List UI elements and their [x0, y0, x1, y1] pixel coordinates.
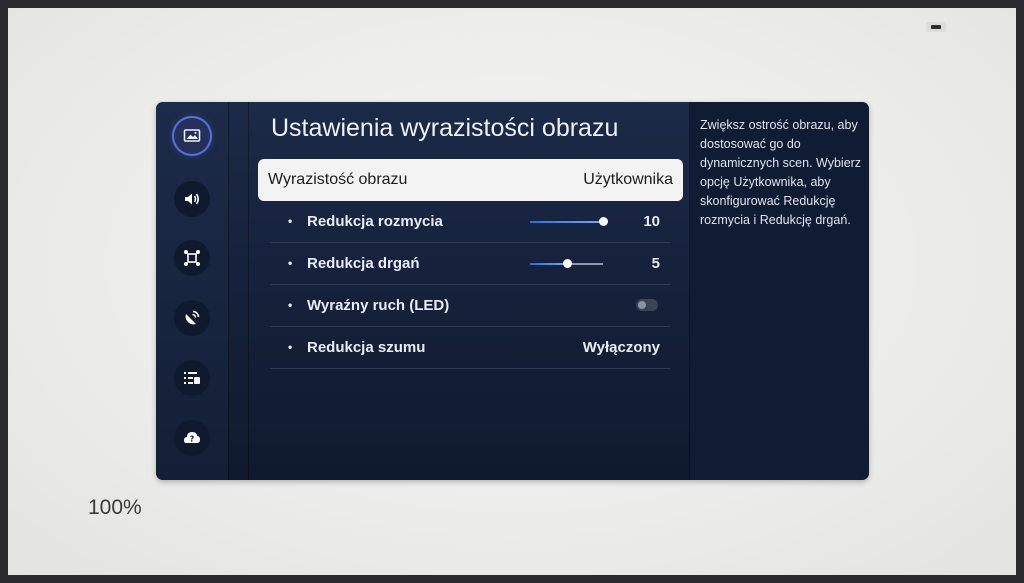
- nav-general-button[interactable]: [174, 360, 210, 396]
- help-panel: Zwiększ ostrość obrazu, aby dostosować g…: [690, 102, 869, 480]
- bullet-icon: •: [288, 340, 293, 354]
- tv-frame: ? Ustawienia wyrazistości obrazu Wyrazis…: [0, 0, 1024, 583]
- slider-knob[interactable]: [562, 259, 572, 268]
- svg-text:?: ?: [190, 435, 195, 444]
- nav-connection-button[interactable]: [174, 240, 210, 276]
- zoom-level: 100%: [88, 496, 142, 519]
- setting-label: Redukcja szumu: [307, 339, 426, 356]
- nav-sound-button[interactable]: [174, 181, 210, 217]
- blur-reduction-slider[interactable]: [530, 217, 608, 226]
- picture-icon: [183, 129, 201, 142]
- bullet-icon: •: [288, 256, 293, 270]
- page-title: Ustawienia wyrazistości obrazu: [271, 114, 619, 142]
- settings-panel: ? Ustawienia wyrazistości obrazu Wyrazis…: [156, 102, 869, 480]
- slider-fill: [530, 263, 567, 265]
- setting-value: Użytkownika: [583, 171, 673, 188]
- blur-reduction-row[interactable]: • Redukcja rozmycia 10: [270, 201, 670, 243]
- connection-icon: [184, 250, 200, 266]
- settings-content: Ustawienia wyrazistości obrazu Wyrazisto…: [248, 102, 688, 480]
- setting-value: 5: [651, 255, 660, 272]
- slider-knob[interactable]: [599, 217, 608, 226]
- setting-label: Redukcja rozmycia: [307, 213, 443, 230]
- setting-label: Redukcja drgań: [307, 255, 420, 272]
- picture-clarity-setting[interactable]: Wyrazistość obrazu Użytkownika: [258, 159, 683, 201]
- bullet-icon: •: [288, 214, 293, 228]
- judder-reduction-slider[interactable]: [530, 259, 603, 268]
- setting-label: Wyraźny ruch (LED): [307, 297, 450, 314]
- led-clear-motion-toggle[interactable]: [636, 299, 658, 311]
- support-icon: ?: [184, 432, 200, 444]
- broadcast-icon: [185, 310, 200, 325]
- noise-reduction-row[interactable]: • Redukcja szumu Wyłączony: [270, 327, 670, 369]
- sound-icon: [185, 193, 200, 205]
- nav-picture-button[interactable]: [174, 118, 210, 154]
- judder-reduction-row[interactable]: • Redukcja drgań 5: [270, 243, 670, 285]
- help-text: Zwiększ ostrość obrazu, aby dostosować g…: [700, 118, 862, 227]
- setting-label: Wyrazistość obrazu: [268, 171, 408, 188]
- setting-value: 10: [643, 213, 660, 230]
- divider: [228, 102, 229, 480]
- led-clear-motion-row[interactable]: • Wyraźny ruch (LED): [270, 285, 670, 327]
- category-sidebar: ?: [156, 102, 228, 480]
- hdmi-icon: [926, 22, 946, 32]
- nav-support-button[interactable]: ?: [174, 420, 210, 456]
- toggle-knob: [638, 301, 646, 309]
- bullet-icon: •: [288, 298, 293, 312]
- nav-broadcast-button[interactable]: [174, 300, 210, 336]
- tv-screen: ? Ustawienia wyrazistości obrazu Wyrazis…: [8, 8, 1016, 575]
- slider-fill: [530, 221, 603, 223]
- general-settings-icon: [184, 372, 200, 384]
- setting-value: Wyłączony: [582, 339, 660, 356]
